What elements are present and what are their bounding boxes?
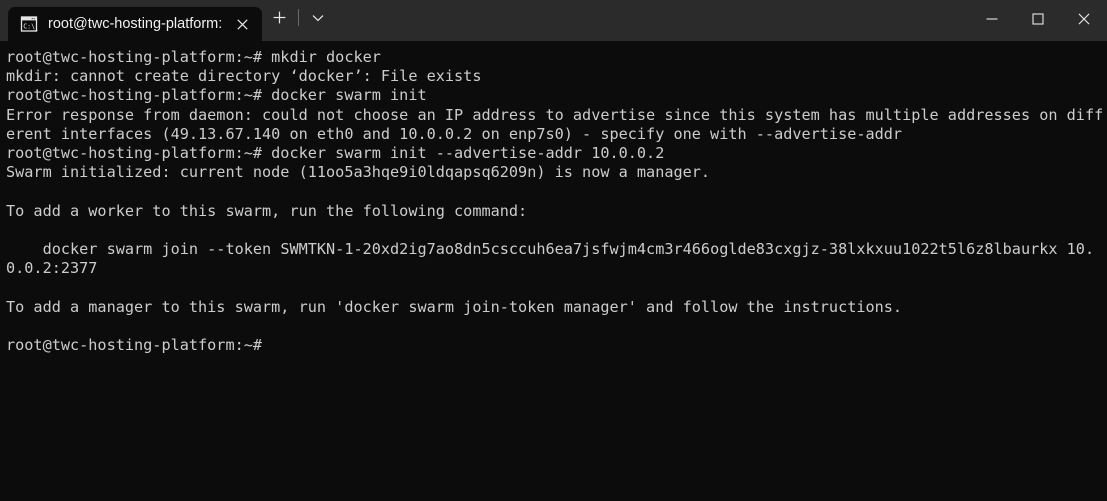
tab-strip: C:\_ root@twc-hosting-platform: · bbox=[0, 0, 335, 41]
close-icon[interactable] bbox=[1061, 0, 1107, 38]
tab-active[interactable]: C:\_ root@twc-hosting-platform: · bbox=[8, 7, 262, 41]
tab-actions bbox=[262, 0, 335, 41]
command-prompt-icon: C:\_ bbox=[20, 15, 39, 33]
terminal-text: root@twc-hosting-platform:~# mkdir docke… bbox=[6, 48, 1104, 355]
titlebar-drag-area[interactable] bbox=[335, 0, 969, 41]
title-bar[interactable]: C:\_ root@twc-hosting-platform: · bbox=[0, 0, 1107, 41]
terminal-output-pane[interactable]: root@twc-hosting-platform:~# mkdir docke… bbox=[0, 41, 1107, 501]
terminal-window: C:\_ root@twc-hosting-platform: · root@t… bbox=[0, 0, 1107, 501]
tab-close-icon[interactable] bbox=[229, 11, 255, 37]
window-controls bbox=[969, 0, 1107, 41]
tab-title: root@twc-hosting-platform: · bbox=[48, 16, 223, 32]
maximize-icon[interactable] bbox=[1015, 0, 1061, 38]
new-tab-icon[interactable] bbox=[262, 3, 296, 33]
tab-actions-divider bbox=[298, 9, 299, 26]
chevron-down-icon[interactable] bbox=[301, 3, 335, 33]
svg-text:C:\_: C:\_ bbox=[23, 22, 38, 30]
minimize-icon[interactable] bbox=[969, 0, 1015, 38]
